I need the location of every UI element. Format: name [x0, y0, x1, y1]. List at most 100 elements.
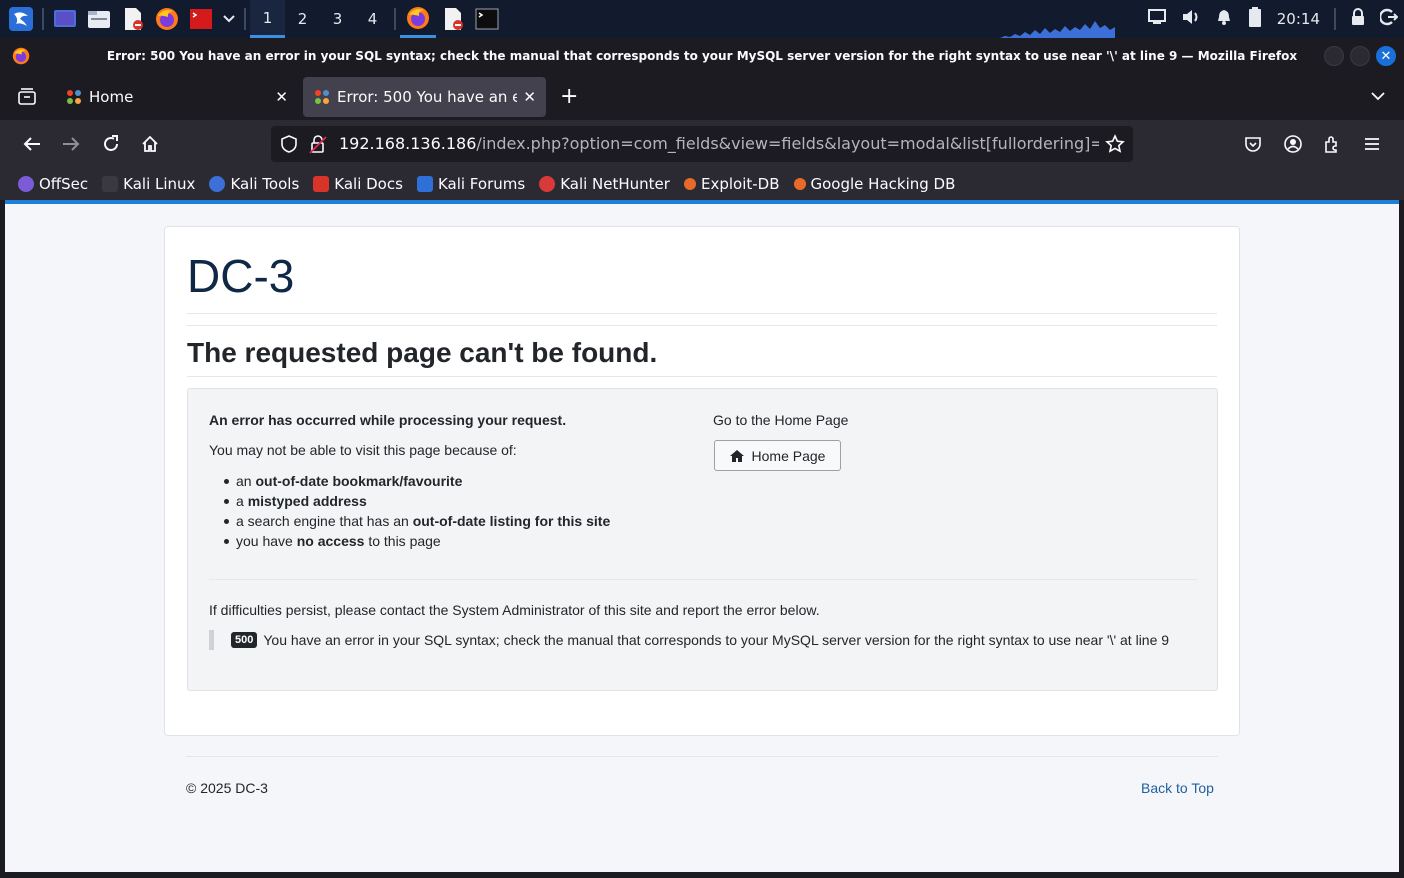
text-editor-window-icon[interactable] [439, 5, 467, 33]
minimize-button[interactable] [1324, 46, 1344, 66]
home-page-button-label: Home Page [751, 447, 826, 464]
volume-icon[interactable] [1181, 8, 1201, 30]
divider [187, 313, 1217, 314]
error-reasons-intro: You may not be able to visit this page b… [209, 442, 517, 458]
taskbar: 1 2 3 4 20:14 [0, 0, 1404, 38]
list-all-tabs-icon[interactable] [1370, 86, 1386, 105]
divider [187, 325, 1217, 326]
bookmark-google-hacking-db[interactable]: Google Hacking DB [793, 175, 956, 193]
close-tab-icon[interactable]: ✕ [275, 88, 288, 106]
bookmark-label: OffSec [39, 175, 89, 193]
goto-home-text: Go to the Home Page [713, 412, 849, 428]
bookmark-star-icon[interactable] [1105, 134, 1125, 158]
bookmark-kali-docs[interactable]: Kali Docs [313, 175, 403, 193]
list-item: a mistyped address [223, 491, 610, 511]
bookmark-offsec[interactable]: OffSec [18, 175, 88, 193]
bookmark-kali-linux[interactable]: Kali Linux [102, 175, 195, 193]
hamburger-menu-icon[interactable] [1360, 132, 1384, 156]
page-heading: The requested page can't be found. [187, 337, 658, 368]
list-item: a search engine that has an out-of-date … [223, 511, 610, 531]
new-tab-button[interactable]: + [560, 84, 578, 109]
bookmark-label: Kali NetHunter [560, 175, 670, 193]
url-host: 192.168.136.186 [339, 134, 477, 153]
bookmark-label: Kali Forums [437, 175, 526, 193]
footer-copyright: © 2025 DC-3 [186, 780, 268, 796]
clock[interactable]: 20:14 [1277, 10, 1320, 28]
close-tab-icon[interactable]: ✕ [523, 88, 536, 106]
close-window-button[interactable]: ✕ [1376, 46, 1396, 66]
taskbar-separator [42, 8, 44, 30]
bookmark-kali-forums[interactable]: Kali Forums [416, 175, 526, 193]
tracking-protection-shield-icon[interactable] [280, 135, 298, 157]
logout-icon[interactable] [1378, 8, 1399, 30]
url-text[interactable]: 192.168.136.186/index.php?option=com_fie… [339, 134, 1099, 153]
divider [187, 376, 1217, 377]
bookmark-kali-nethunter[interactable]: Kali NetHunter [539, 175, 670, 193]
page-content: DC-3 The requested page can't be found. … [5, 204, 1399, 872]
battery-icon[interactable] [1247, 6, 1263, 32]
nethunter-icon [539, 176, 556, 192]
taskbar-separator [244, 8, 246, 30]
tab-error-label: Error: 500 You have an error in your SQL… [337, 88, 517, 106]
window-frame [1399, 200, 1404, 878]
workspace-1[interactable]: 1 [250, 0, 285, 38]
window-title: Error: 500 You have an error in your SQL… [106, 49, 1298, 63]
notification-bell-icon[interactable] [1215, 8, 1233, 30]
workspace-4[interactable]: 4 [355, 0, 390, 38]
tab-strip: Home ✕ Error: 500 You have an error in y… [0, 74, 1404, 120]
taskbar-separator [394, 8, 396, 30]
firefox-app-icon [12, 47, 30, 68]
pocket-icon[interactable] [1241, 132, 1265, 156]
bookmark-label: Kali Linux [123, 175, 196, 193]
navigation-toolbar: 192.168.136.186/index.php?option=com_fie… [0, 120, 1404, 168]
workspace-3[interactable]: 3 [320, 0, 355, 38]
chevron-down-icon[interactable] [221, 5, 237, 33]
url-bar[interactable]: 192.168.136.186/index.php?option=com_fie… [271, 126, 1133, 162]
kali-docs-icon [313, 176, 330, 192]
error-reasons-list: an out-of-date bookmark/favourite a mist… [223, 471, 610, 551]
back-to-top-link[interactable]: Back to Top [1141, 780, 1214, 796]
maximize-button[interactable] [1350, 46, 1370, 66]
error-code-badge: 500 [231, 632, 258, 648]
home-icon[interactable] [138, 132, 162, 156]
extensions-icon[interactable] [1320, 132, 1344, 156]
insecure-lock-icon[interactable] [309, 134, 327, 158]
error-panel: An error has occurred while processing y… [187, 388, 1218, 691]
bookmark-label: Kali Docs [334, 175, 403, 193]
window-titlebar: Error: 500 You have an error in your SQL… [0, 38, 1404, 74]
list-item: you have no access to this page [223, 531, 610, 551]
account-icon[interactable] [1281, 132, 1305, 156]
lock-icon[interactable] [1350, 8, 1366, 30]
network-activity-graph [1000, 21, 1115, 38]
site-title[interactable]: DC-3 [187, 249, 294, 303]
bookmark-label: Google Hacking DB [810, 175, 956, 193]
terminal-window-icon[interactable] [473, 5, 501, 33]
terminal-launcher-icon[interactable] [187, 5, 215, 33]
bookmark-exploit-db[interactable]: Exploit-DB [683, 175, 780, 193]
back-arrow-icon[interactable] [20, 132, 44, 156]
persist-text: If difficulties persist, please contact … [209, 602, 820, 618]
list-item: an out-of-date bookmark/favourite [223, 471, 610, 491]
reload-icon[interactable] [99, 132, 123, 156]
system-tray: 20:14 [1147, 0, 1399, 38]
home-page-button[interactable]: Home Page [714, 440, 841, 471]
workspace-2[interactable]: 2 [285, 0, 320, 38]
firefox-launcher-icon[interactable] [153, 5, 181, 33]
tab-error[interactable]: Error: 500 You have an error in your SQL… [303, 77, 546, 117]
text-editor-icon[interactable] [119, 5, 147, 33]
view-recent-browsing-icon[interactable] [17, 88, 37, 110]
tray-separator [1334, 8, 1336, 30]
desktop-icon[interactable] [51, 5, 79, 33]
kali-forums-icon [416, 176, 433, 192]
forward-arrow-icon[interactable] [59, 132, 83, 156]
file-manager-icon[interactable] [85, 5, 113, 33]
joomla-favicon-icon [315, 90, 329, 104]
kali-tools-icon [209, 176, 226, 192]
tab-home[interactable]: Home ✕ [55, 77, 298, 117]
footer-divider [186, 756, 1218, 757]
display-icon[interactable] [1147, 8, 1167, 30]
firefox-window-icon[interactable] [400, 0, 436, 38]
bookmark-kali-tools[interactable]: Kali Tools [209, 175, 299, 193]
kali-menu-icon[interactable] [7, 5, 35, 33]
window-frame [0, 872, 1404, 878]
